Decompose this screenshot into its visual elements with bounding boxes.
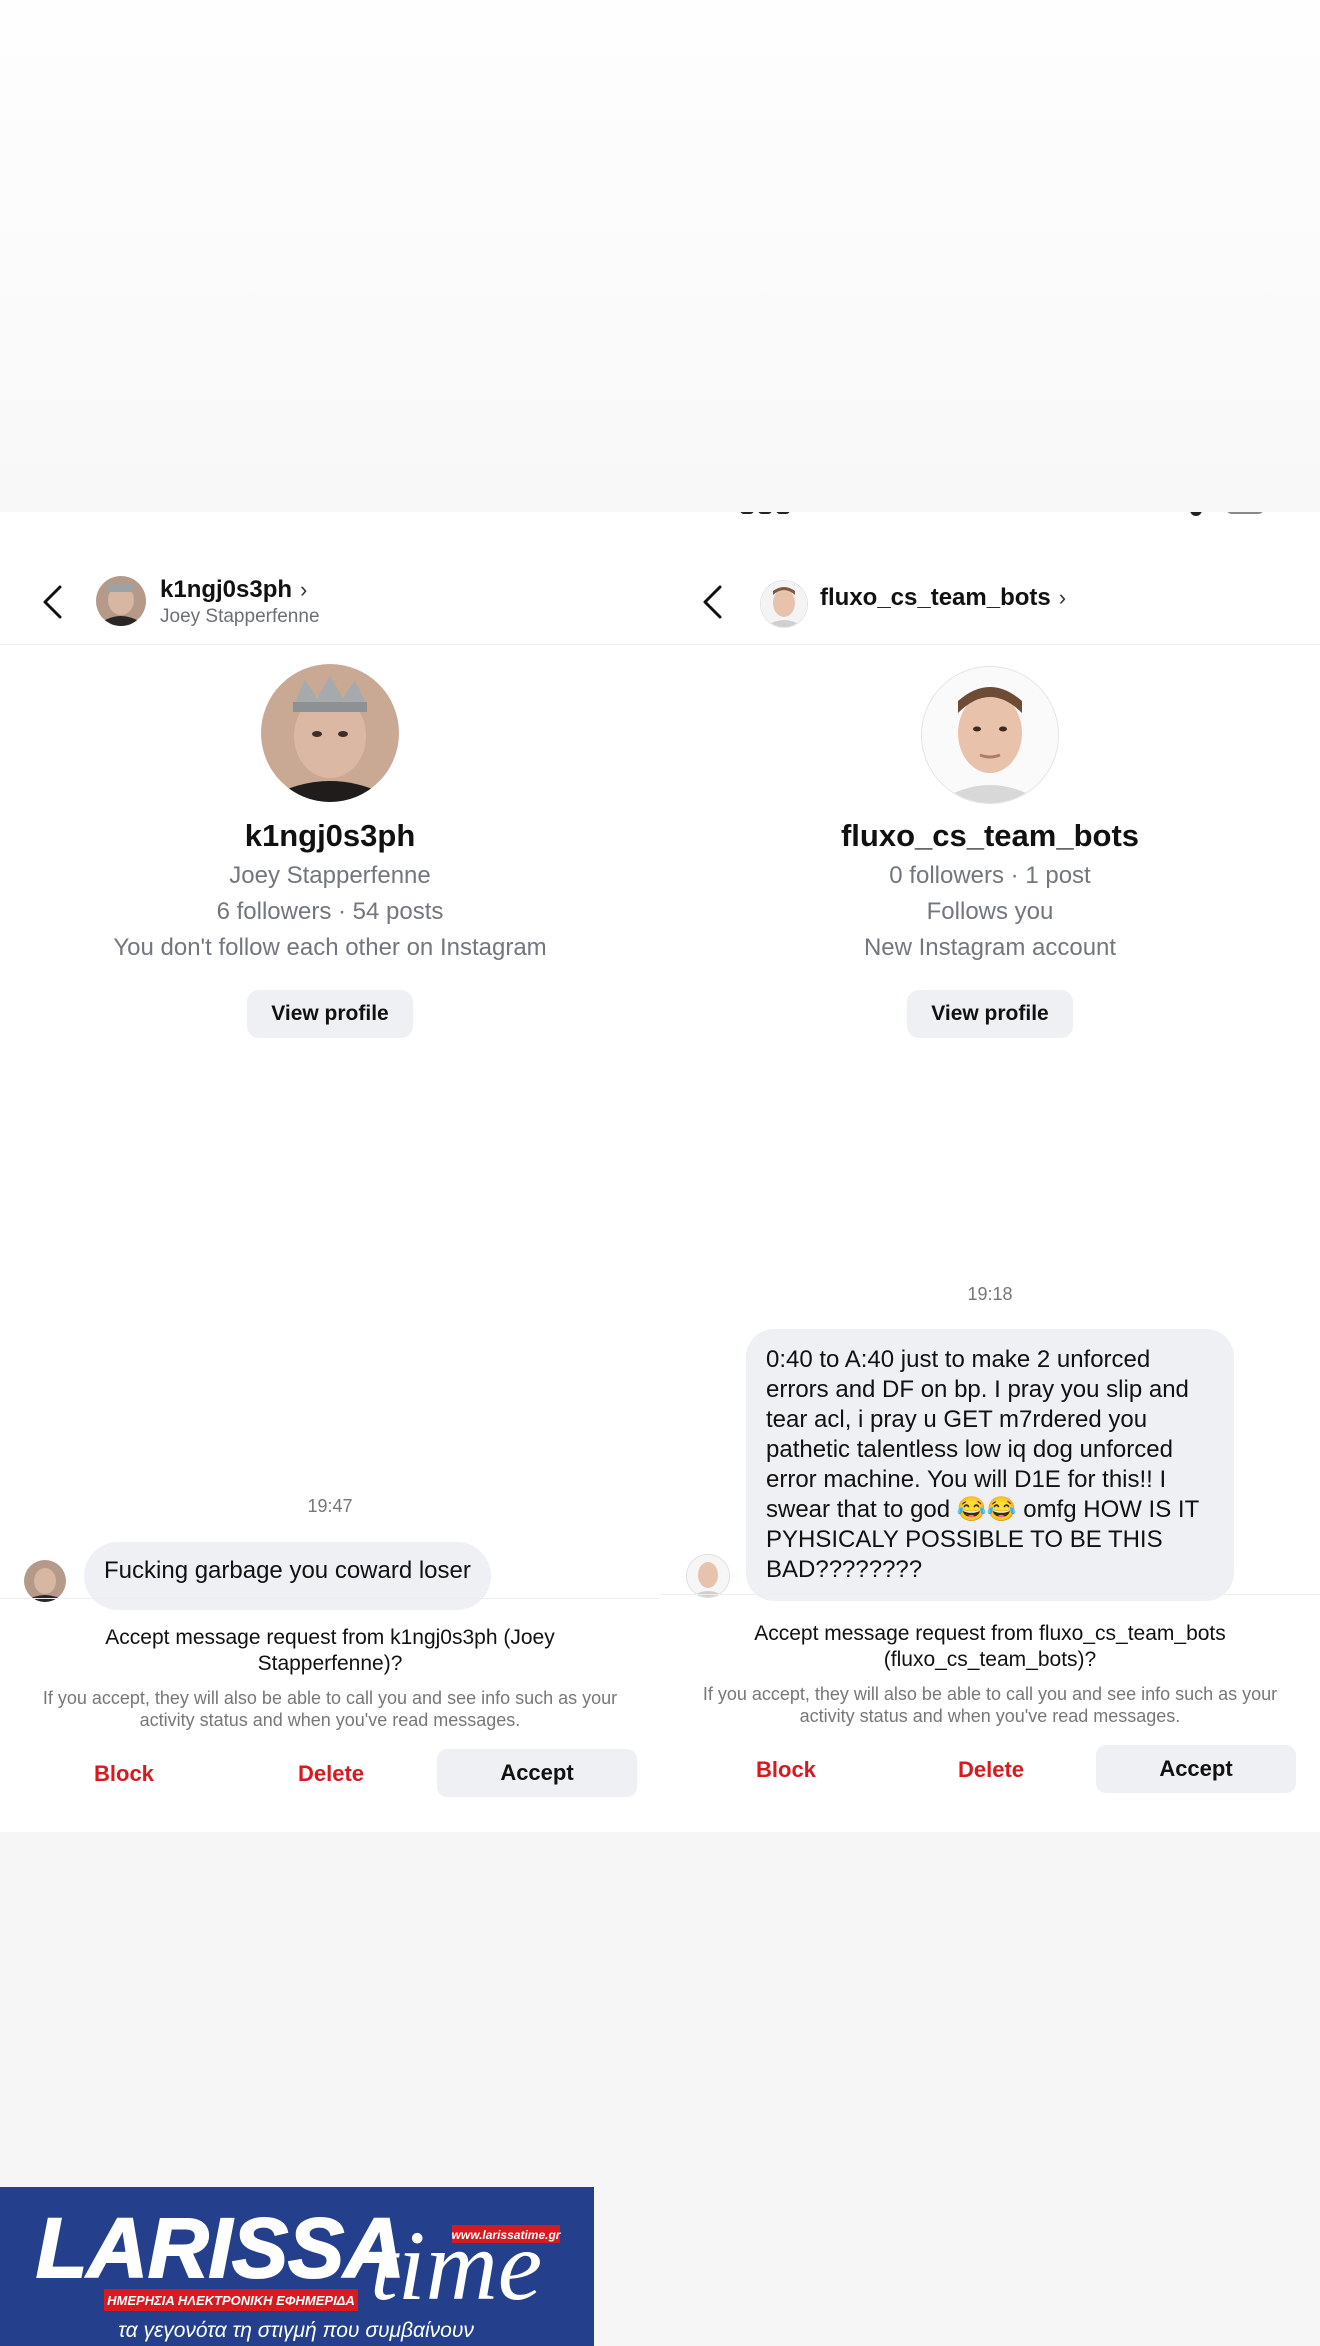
profile-card: k1ngj0s3ph Joey Stapperfenne 6 followers… (0, 664, 660, 1038)
battery-icon (1226, 512, 1264, 514)
request-subtitle: If you accept, they will also be able to… (42, 1688, 618, 1730)
chevron-right-icon: › (300, 577, 308, 602)
status-bar-fragment (660, 512, 1320, 528)
request-actions: Block Delete Accept (0, 1749, 660, 1801)
message-request-panel: Accept message request from k1ngj0s3ph (… (0, 1598, 660, 1801)
svg-text:LARISSA: LARISSA (36, 2201, 405, 2295)
back-icon[interactable] (40, 584, 66, 620)
accept-button[interactable]: Accept (1096, 1745, 1296, 1793)
message-timestamp: 19:18 (967, 1284, 1013, 1304)
view-profile-button[interactable]: View profile (247, 990, 413, 1038)
block-button[interactable]: Block (756, 1757, 816, 1783)
profile-relation: You don't follow each other on Instagram (113, 934, 547, 961)
profile-follows: Follows you (926, 898, 1054, 925)
profile-stats: 6 followers · 54 posts (216, 898, 444, 925)
svg-text:www.larissatime.gr: www.larissatime.gr (452, 2228, 562, 2242)
status-time-fragment (740, 512, 810, 516)
profile-avatar[interactable] (261, 664, 399, 802)
request-actions: Block Delete Accept (660, 1745, 1320, 1797)
chat-header: k1ngj0s3ph › Joey Stapperfenne (0, 554, 660, 645)
avatar[interactable] (760, 580, 808, 628)
profile-account-age: New Instagram account (863, 934, 1117, 961)
sender-avatar[interactable] (686, 1554, 730, 1598)
header-username-row[interactable]: k1ngj0s3ph › (160, 576, 307, 604)
header-username-row[interactable]: fluxo_cs_team_bots › (820, 584, 1066, 612)
profile-username: k1ngj0s3ph (244, 818, 416, 853)
block-button[interactable]: Block (94, 1761, 154, 1787)
message-timestamp: 19:47 (307, 1496, 353, 1516)
back-icon[interactable] (700, 584, 726, 620)
chat-header: fluxo_cs_team_bots › (660, 554, 1320, 645)
accept-button[interactable]: Accept (437, 1749, 637, 1797)
svg-text:τα γεγονότα τη στιγμή που συμβ: τα γεγονότα τη στιγμή που συμβαίνουν (118, 2319, 474, 2342)
chevron-right-icon: › (1058, 585, 1067, 610)
request-title: Accept message request from fluxo_cs_tea… (754, 1622, 1226, 1671)
request-subtitle: If you accept, they will also be able to… (702, 1684, 1278, 1726)
right-chat-screen: fluxo_cs_team_bots › fluxo_cs_team_bots 0… (660, 512, 1320, 1832)
view-profile-button[interactable]: View profile (907, 990, 1073, 1038)
delete-button[interactable]: Delete (958, 1757, 1024, 1783)
watermark-logo: LARISSA time www.larissatime.gr ΗΜΕΡΗΣΙΑ… (0, 2187, 594, 2346)
left-chat-screen: k1ngj0s3ph › Joey Stapperfenne k1ngj0s3ph… (0, 512, 660, 1832)
profile-avatar[interactable] (921, 666, 1059, 804)
profile-card: fluxo_cs_team_bots 0 followers · 1 post … (660, 666, 1320, 1038)
svg-text:ΗΜΕΡΗΣΙΑ ΗΛΕΚΤΡΟΝΙΚΗ ΕΦΗΜΕΡΙΔΑ: ΗΜΕΡΗΣΙΑ ΗΛΕΚΤΡΟΝΙΚΗ ΕΦΗΜΕΡΙΔΑ (107, 2293, 355, 2308)
wifi-icon (1190, 512, 1202, 516)
profile-username: fluxo_cs_team_bots (840, 818, 1140, 853)
sender-avatar[interactable] (24, 1560, 66, 1602)
message-bubble[interactable]: 0:40 to A:40 just to make 2 unforced err… (746, 1329, 1234, 1601)
header-username: k1ngj0s3ph (160, 576, 293, 603)
blank-top-area (0, 0, 1320, 512)
header-fullname: Joey Stapperfenne (160, 606, 320, 627)
message-request-panel: Accept message request from fluxo_cs_tea… (660, 1594, 1320, 1797)
profile-stats: 0 followers · 1 post (889, 862, 1091, 889)
status-icons-fragment (1134, 512, 1264, 516)
request-title: Accept message request from k1ngj0s3ph (… (105, 1626, 555, 1675)
avatar[interactable] (96, 576, 146, 626)
delete-button[interactable]: Delete (298, 1761, 364, 1787)
profile-fullname: Joey Stapperfenne (229, 862, 431, 889)
header-username: fluxo_cs_team_bots (820, 584, 1051, 611)
